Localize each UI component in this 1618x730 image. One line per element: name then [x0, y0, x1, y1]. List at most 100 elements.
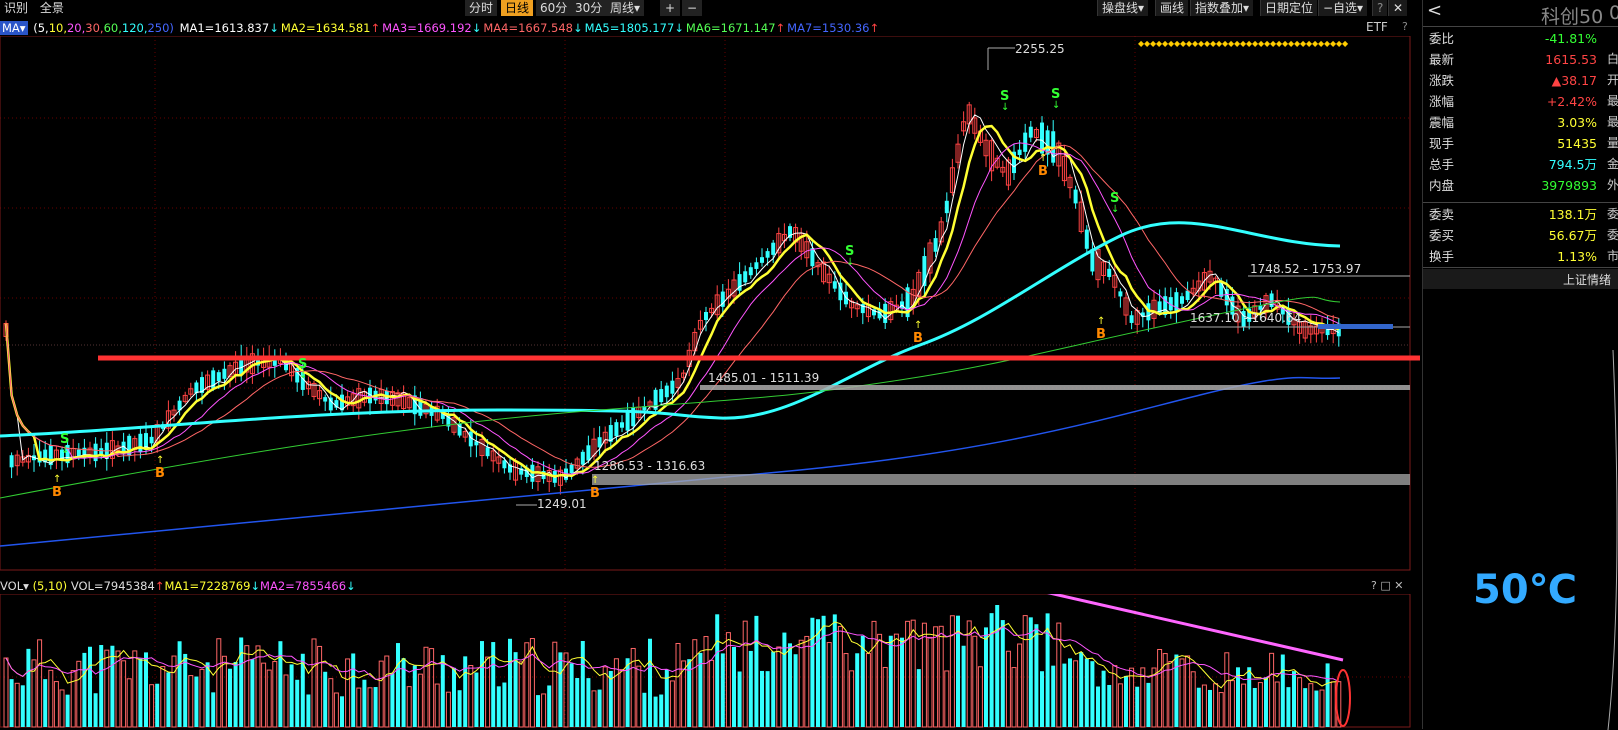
panel-title: 科创50 — [1541, 6, 1604, 28]
quote-row: 总手 794.5万金 — [1423, 154, 1618, 175]
vol-ma2: MA2=7855466 — [260, 579, 347, 593]
tab-60min[interactable]: 60分 — [536, 0, 573, 16]
quote-value: 3979893 — [1541, 178, 1597, 193]
buy-signal: B — [1038, 164, 1048, 179]
quote-extra: 市 — [1607, 249, 1618, 263]
etf-label[interactable]: ETF — [1366, 20, 1388, 34]
quote-label: 震幅 — [1429, 115, 1455, 130]
vol-params: (5,10) — [32, 579, 68, 593]
vol-indicator-select[interactable]: VOL▾ — [0, 579, 29, 593]
trading-line-menu[interactable]: 操盘线▾ — [1097, 0, 1149, 16]
svg-text:↑: ↑ — [156, 455, 164, 466]
ma-param-3: 30, — [85, 21, 104, 35]
tab-timeshare[interactable]: 分时 — [465, 0, 499, 16]
zoom-out-button[interactable]: − — [682, 0, 703, 16]
quote-row: 涨跌 ▲38.17 开 — [1423, 70, 1618, 91]
draw-line-button[interactable]: 画线 — [1155, 0, 1189, 16]
quote-label: 换手 — [1429, 249, 1455, 264]
ma-arrow-5: ↓ — [674, 21, 684, 35]
toolbar-left: 识别 全景 — [4, 0, 72, 16]
quote-extra: 开 — [1607, 73, 1618, 87]
tab-daily[interactable]: 日线 — [501, 0, 535, 16]
chart-grid — [0, 36, 1411, 571]
back-icon[interactable]: < — [1427, 0, 1442, 21]
ma-legend: MA▾ (5,10,20,30,60,120,250) MA1=1613.837… — [0, 20, 883, 36]
recognize-button[interactable]: 识别 — [4, 1, 28, 15]
tab-30min[interactable]: 30分 — [571, 0, 608, 16]
svg-text:↑: ↑ — [591, 475, 599, 486]
quote-row: 换手 1.13% 市 — [1423, 246, 1618, 267]
buy-signal: B — [590, 486, 600, 501]
quote-label: 现手 — [1429, 136, 1455, 151]
quote-value: 1.13% — [1557, 249, 1597, 264]
panel-header: < 科创50 0 — [1423, 0, 1618, 28]
quote-extra: 白 — [1607, 52, 1618, 66]
index-overlay-menu[interactable]: 指数叠加▾ — [1190, 0, 1254, 16]
quote-extra: 委 — [1607, 207, 1618, 221]
quote-row: 委买 56.67万委 — [1423, 225, 1618, 246]
ma-arrow-1: ↓ — [269, 21, 279, 35]
sentiment-header: 上证情绪 — [1423, 269, 1618, 289]
ma-param-4: 60, — [103, 21, 122, 35]
sentiment-title: 上证情绪 — [1563, 273, 1612, 287]
watchlist-menu[interactable]: −自选▾ — [1318, 0, 1368, 16]
panorama-button[interactable]: 全景 — [40, 1, 64, 15]
svg-text:↑: ↑ — [53, 474, 61, 485]
quote-row: 内盘 3979893 外 — [1423, 175, 1618, 196]
ma-indicator-select[interactable]: MA▾ — [0, 21, 28, 35]
buy-signal: B — [52, 485, 62, 500]
chart-help-icon[interactable]: ? — [1402, 20, 1408, 33]
quote-extra: 最 — [1607, 115, 1618, 129]
ma-param-6: 250) — [147, 21, 174, 35]
ma-value-3: MA3=1669.192 — [382, 21, 472, 35]
quote-value: -41.81% — [1544, 31, 1597, 46]
zone-label-1: 1286.53 - 1316.63 — [594, 459, 706, 473]
vol-ma2-arrow: ↓ — [346, 579, 356, 593]
svg-text:↓: ↓ — [1111, 204, 1119, 215]
volume-chart[interactable] — [0, 594, 1420, 729]
quote-label: 涨幅 — [1429, 94, 1455, 109]
quote-row: 委比 -41.81% — [1423, 28, 1618, 49]
svg-text:↓: ↓ — [299, 370, 307, 381]
date-locate-button[interactable]: 日期定位 — [1260, 0, 1318, 16]
quote-label: 委买 — [1429, 228, 1455, 243]
quote-row: 委卖 138.1万委 — [1423, 204, 1618, 225]
zone-label-2: 1485.01 - 1511.39 — [708, 371, 820, 385]
zone-label-4: 1637.10 - 1640.64 — [1190, 311, 1302, 325]
ma-params: (5,10,20,30,60,120,250) — [33, 21, 174, 35]
quote-extra: 外 — [1607, 178, 1618, 192]
close-icon[interactable]: ✕ — [1388, 0, 1408, 16]
svg-text:◆: ◆ — [1342, 39, 1349, 48]
quote-value: ▲38.17 — [1551, 73, 1597, 88]
vol-value: VOL=7945384 — [70, 579, 155, 593]
quote-extra: 金 — [1607, 157, 1618, 171]
quote-value: 56.67万 — [1548, 228, 1597, 243]
quote-label: 委比 — [1429, 31, 1455, 46]
quote-value: 3.03% — [1557, 115, 1597, 130]
ma-value-1: MA1=1613.837 — [179, 21, 270, 35]
ma-arrow-7: ↑ — [869, 21, 880, 35]
quote-label: 最新 — [1429, 52, 1455, 67]
tab-weekly[interactable]: 周线▾ — [606, 0, 646, 16]
quote-panel: < 科创50 0 委比 -41.81% 最新 1615.53 白涨跌 ▲38.17 开涨幅 +… — [1422, 0, 1618, 730]
svg-text:↓: ↓ — [1052, 100, 1060, 111]
buy-signal: B — [155, 466, 165, 481]
ma-values: MA1=1613.837↓ MA2=1634.581↑ MA3=1669.192↓ M… — [180, 21, 882, 35]
ma-param-0: (5, — [33, 21, 49, 35]
ma-value-2: MA2=1634.581 — [280, 21, 371, 35]
vol-ma1: MA1=7228769 — [164, 579, 251, 593]
panel-title-cut: 0 — [1609, 2, 1618, 24]
vol-panel-controls[interactable]: ? □ ✕ — [1371, 579, 1403, 592]
quote-row: 现手 51435 量 — [1423, 133, 1618, 154]
quote-extra: 委 — [1607, 228, 1618, 242]
candlestick-chart[interactable]: ◆ ◆ ◆ ◆ ◆ ◆ ◆ ◆ ◆ ◆ ◆ ◆ ◆ ◆ ◆ ◆ ◆ ◆ ◆ ◆ ◆ ◆ ◆ ◆ ◆ ◆ ◆ ◆ ◆ ◆ ◆ ◆ ◆ ◆ ◆B↑ B↑B… — [0, 36, 1420, 576]
volume-legend: VOL▾ (5,10) VOL=7945384↑MA1=7228769↓MA2=… — [0, 579, 356, 593]
help-icon[interactable]: ? — [1372, 0, 1388, 16]
volume-bars — [3, 605, 1342, 728]
zoom-in-button[interactable]: + — [660, 0, 681, 16]
quote-row: 震幅 3.03% 最 — [1423, 112, 1618, 133]
quote-extra: 最 — [1607, 94, 1618, 108]
vol-ma1-arrow: ↓ — [250, 579, 261, 593]
ma-value-5: MA5=1805.177 — [584, 21, 675, 35]
svg-text:↑: ↑ — [914, 320, 922, 331]
